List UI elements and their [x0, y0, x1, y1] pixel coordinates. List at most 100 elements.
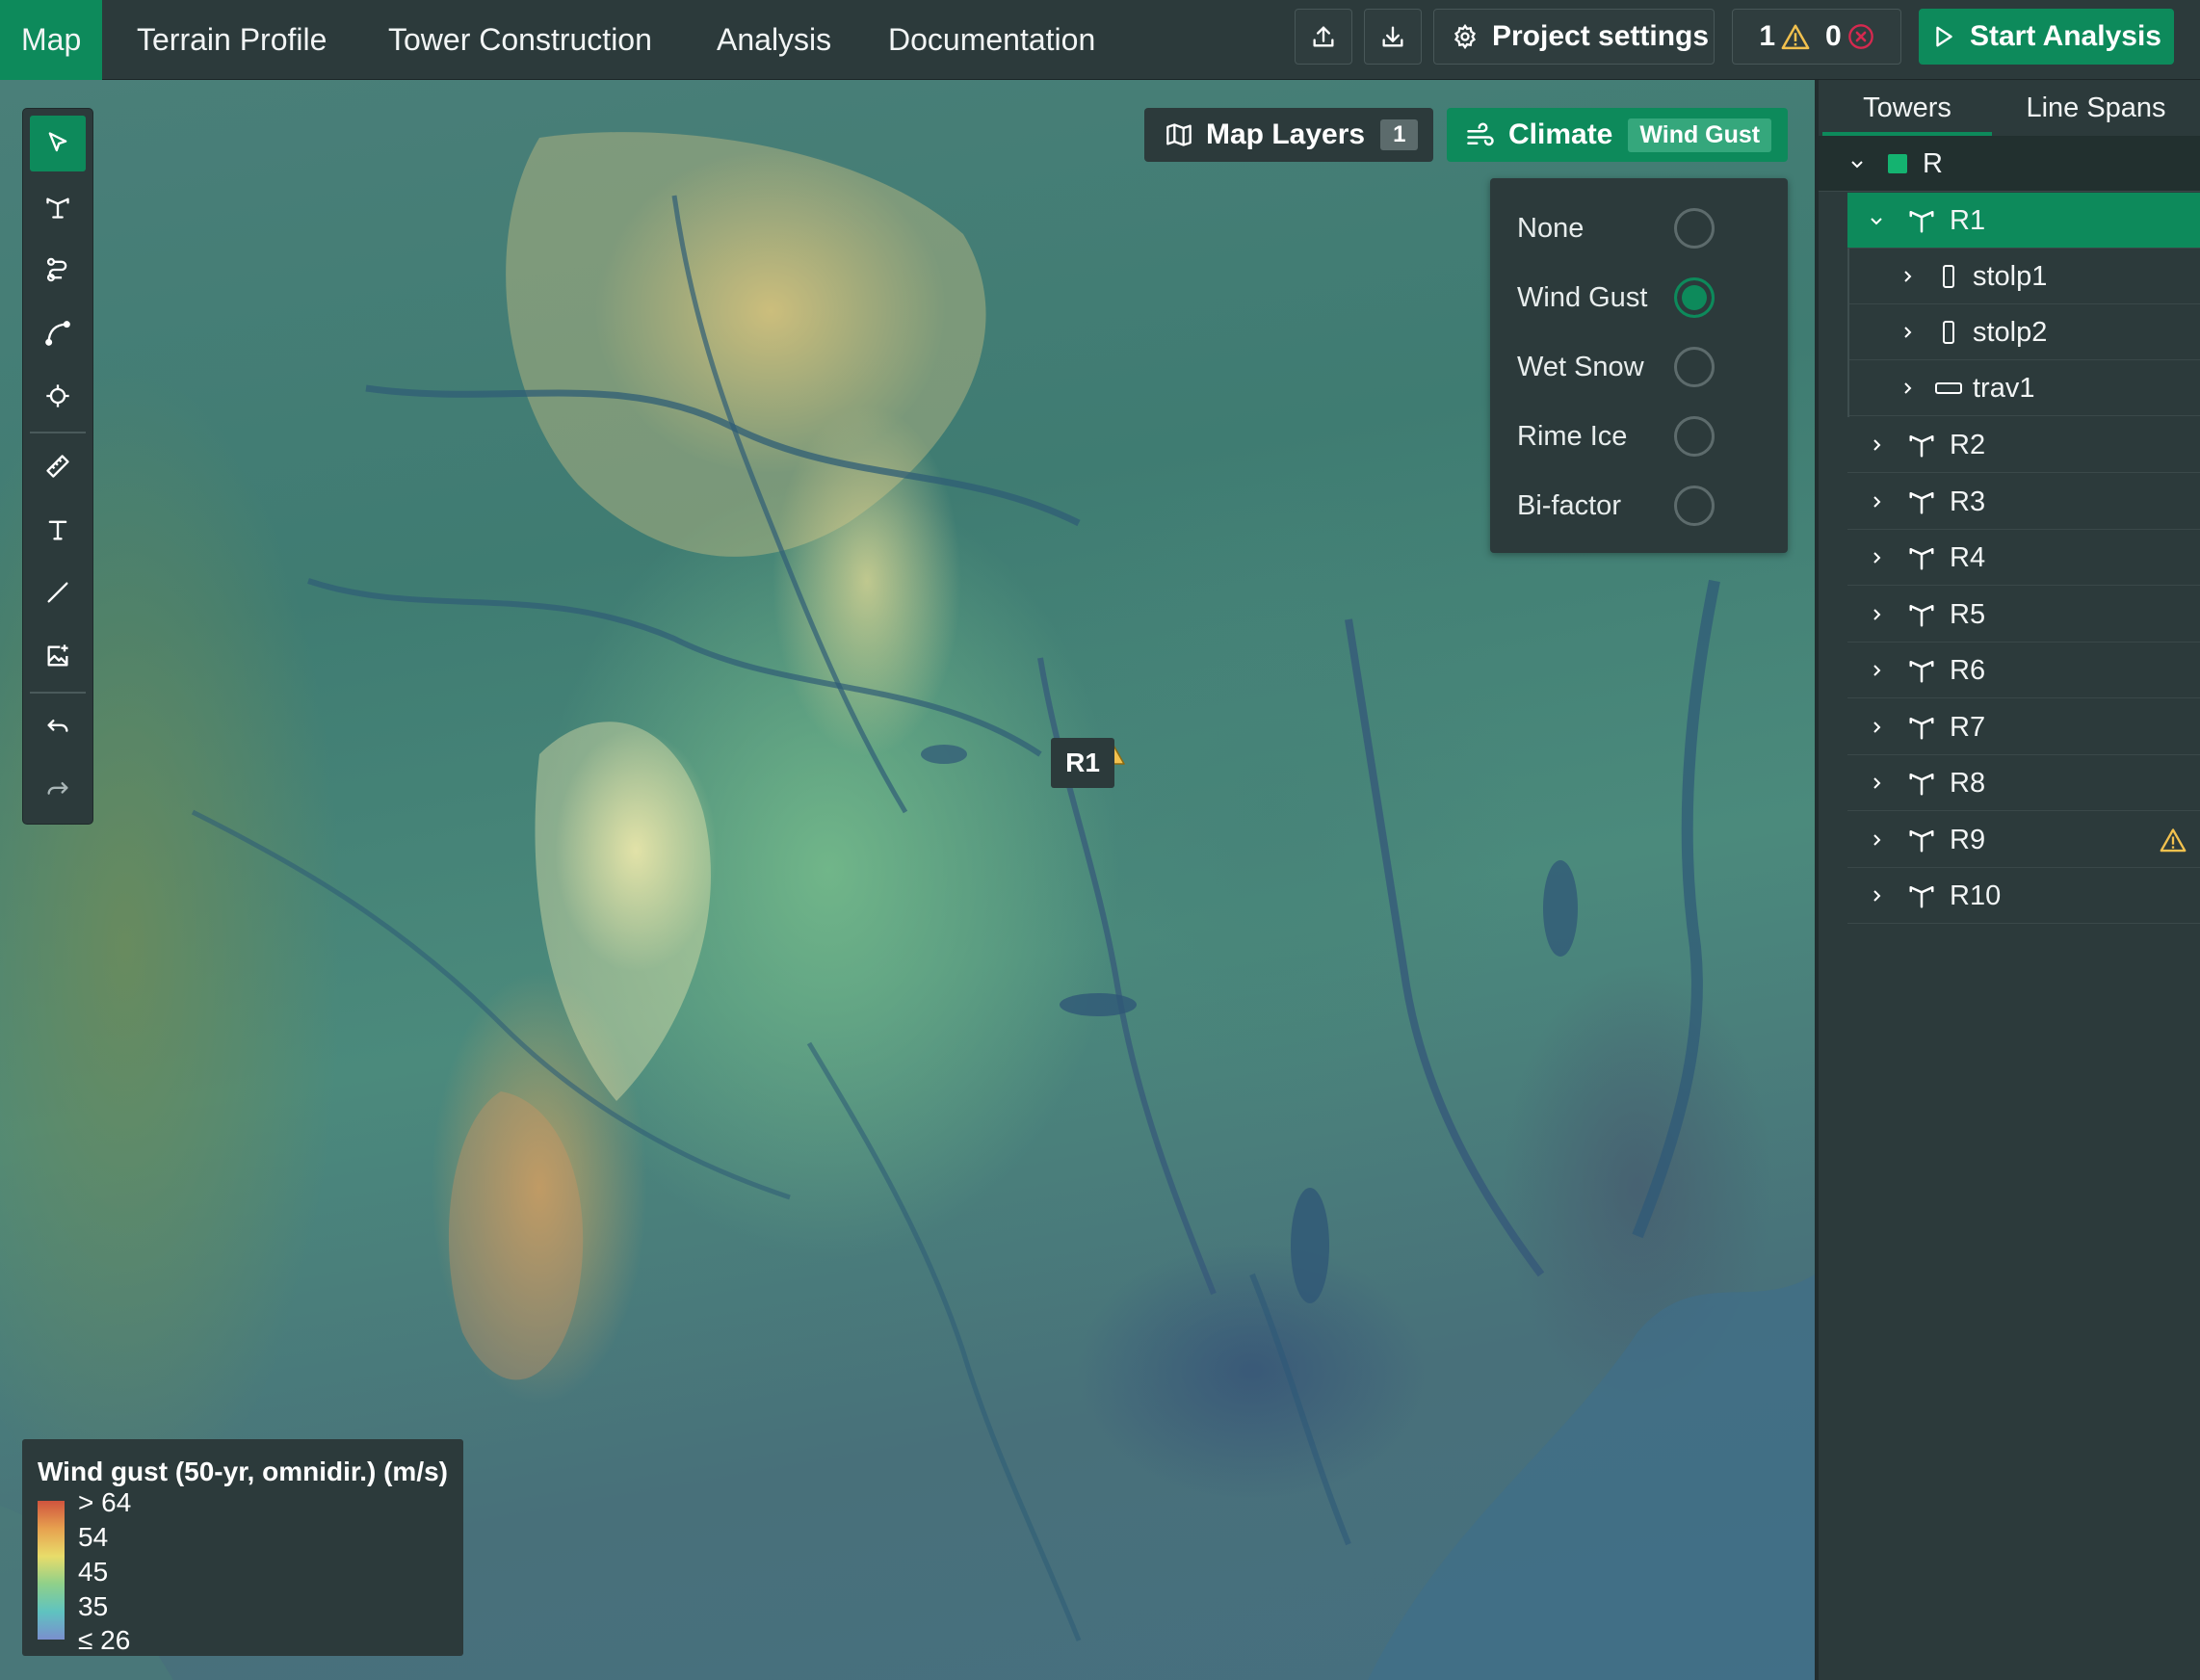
radio-bi-factor[interactable]: [1674, 486, 1715, 526]
climate-option-label: Bi-factor: [1517, 490, 1621, 521]
tree-label: trav1: [1973, 373, 2035, 404]
chevron-right-icon[interactable]: [1867, 868, 1886, 924]
chevron-right-icon[interactable]: [1867, 530, 1886, 586]
undo-tool[interactable]: [30, 698, 86, 754]
climate-label: Climate: [1508, 118, 1613, 150]
tower-icon: [1907, 474, 1936, 530]
route-icon: [46, 257, 67, 282]
tree-group-r[interactable]: R: [1819, 136, 2200, 192]
map-icon: [1166, 123, 1192, 146]
tab-tower-construction[interactable]: Tower Construction: [367, 0, 673, 80]
climate-option-bi-factor[interactable]: Bi-factor: [1490, 471, 1788, 540]
line-tool[interactable]: [30, 564, 86, 620]
image-add-tool[interactable]: [30, 628, 86, 684]
tower-icon: [1907, 193, 1936, 249]
tower-icon: [1907, 868, 1936, 924]
map-layers-count-badge: 1: [1380, 119, 1419, 150]
chevron-right-icon[interactable]: [1867, 755, 1886, 811]
chevron-right-icon[interactable]: [1867, 474, 1886, 530]
radio-wet-snow[interactable]: [1674, 347, 1715, 387]
tower-icon: [1907, 417, 1936, 473]
select-tool[interactable]: [30, 116, 86, 171]
upload-icon: [1313, 26, 1334, 47]
tree-item-r8[interactable]: R8: [1847, 755, 2200, 811]
line-icon: [47, 582, 68, 603]
top-bar: Map Terrain Profile Tower Construction A…: [0, 0, 2200, 80]
legend-title: Wind gust (50-yr, omnidir.) (m/s): [38, 1457, 449, 1486]
start-analysis-label: Start Analysis: [1970, 20, 2161, 52]
tree-item-r9[interactable]: R9: [1847, 812, 2200, 868]
wind-icon: [1467, 122, 1494, 146]
tree-item-r10[interactable]: R10: [1847, 868, 2200, 924]
tower-marker-label: R1: [1051, 738, 1114, 788]
ruler-tool[interactable]: [30, 438, 86, 494]
tab-line-spans[interactable]: Line Spans: [2007, 80, 2185, 136]
chevron-right-icon[interactable]: [1867, 587, 1886, 643]
climate-option-label: None: [1517, 213, 1585, 244]
chevron-right-icon[interactable]: [1898, 304, 1917, 360]
tree-label: R6: [1950, 655, 1986, 686]
tree-item-r7[interactable]: R7: [1847, 699, 2200, 755]
tab-analysis[interactable]: Analysis: [695, 0, 852, 80]
climate-dropdown: None Wind Gust Wet Snow Rime Ice Bi-fact…: [1490, 178, 1788, 553]
map-view[interactable]: R1 Map Layers 1 Climate Wind Gust None W…: [0, 80, 1815, 1680]
tab-map[interactable]: Map: [0, 0, 103, 80]
map-layers-button[interactable]: Map Layers 1: [1144, 108, 1433, 162]
project-settings-button[interactable]: Project settings: [1433, 9, 1715, 65]
climate-option-rime-ice[interactable]: Rime Ice: [1490, 402, 1788, 471]
tree-item-r4[interactable]: R4: [1847, 530, 2200, 586]
tree-item-stolp2[interactable]: stolp2: [1849, 304, 2200, 360]
tree-label: stolp1: [1973, 261, 2048, 292]
chevron-right-icon[interactable]: [1867, 812, 1886, 868]
tree-item-r5[interactable]: R5: [1847, 587, 2200, 643]
tree-item-r1[interactable]: R1: [1847, 193, 2200, 249]
climate-selected-badge: Wind Gust: [1628, 118, 1772, 152]
issues-button[interactable]: 1 0: [1732, 9, 1901, 65]
chevron-down-icon[interactable]: [1867, 193, 1886, 249]
start-analysis-button[interactable]: Start Analysis: [1919, 9, 2174, 65]
upload-button[interactable]: [1295, 9, 1352, 65]
chevron-right-icon[interactable]: [1867, 417, 1886, 473]
undo-icon: [47, 720, 68, 732]
redo-tool[interactable]: [30, 761, 86, 817]
tool-palette: [22, 108, 93, 825]
text-icon: [48, 520, 67, 540]
climate-option-wind-gust[interactable]: Wind Gust: [1490, 263, 1788, 332]
radio-rime-ice[interactable]: [1674, 416, 1715, 457]
chevron-right-icon[interactable]: [1867, 643, 1886, 698]
tower-tool[interactable]: [30, 179, 86, 235]
curve-icon: [45, 321, 70, 346]
tree-label: R9: [1950, 824, 1986, 855]
tree-item-stolp1[interactable]: stolp1: [1849, 249, 2200, 304]
route-tool[interactable]: [30, 242, 86, 298]
tab-documentation[interactable]: Documentation: [867, 0, 1116, 80]
climate-option-none[interactable]: None: [1490, 194, 1788, 263]
map-layers-label: Map Layers: [1206, 118, 1366, 150]
tab-towers[interactable]: Towers: [1822, 80, 1992, 136]
chevron-right-icon[interactable]: [1867, 699, 1886, 755]
climate-button[interactable]: Climate Wind Gust: [1447, 108, 1788, 162]
tree-item-r2[interactable]: R2: [1847, 417, 2200, 473]
tree-item-trav1[interactable]: trav1: [1849, 360, 2200, 416]
tower-icon: [46, 197, 69, 219]
chevron-right-icon[interactable]: [1898, 360, 1917, 416]
chevron-down-icon[interactable]: [1847, 136, 1867, 192]
radio-wind-gust[interactable]: [1674, 277, 1715, 318]
legend-color-bar: [38, 1501, 65, 1640]
curve-tool[interactable]: [30, 305, 86, 361]
climate-option-label: Wet Snow: [1517, 352, 1644, 382]
climate-option-label: Wind Gust: [1517, 282, 1648, 313]
tree-label: R5: [1950, 598, 1986, 630]
tree-item-r3[interactable]: R3: [1847, 474, 2200, 530]
tower-icon: [1907, 812, 1936, 868]
target-tool[interactable]: [30, 368, 86, 424]
tree-item-r6[interactable]: R6: [1847, 643, 2200, 698]
climate-option-wet-snow[interactable]: Wet Snow: [1490, 332, 1788, 402]
chevron-right-icon[interactable]: [1898, 249, 1917, 304]
radio-none[interactable]: [1674, 208, 1715, 249]
tree-label: R: [1923, 148, 1943, 179]
text-tool[interactable]: [30, 502, 86, 558]
download-button[interactable]: [1364, 9, 1422, 65]
tab-terrain-profile[interactable]: Terrain Profile: [116, 0, 348, 80]
select-icon: [48, 132, 67, 152]
